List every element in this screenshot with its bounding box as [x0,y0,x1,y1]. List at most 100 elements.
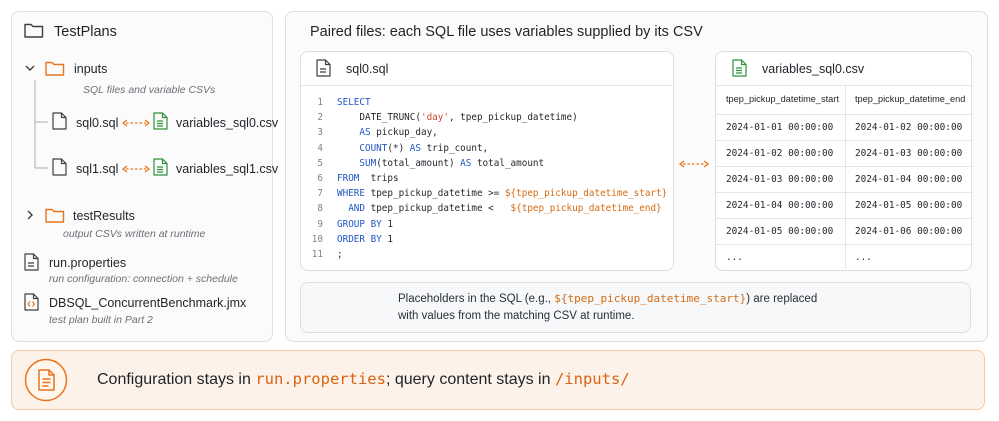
row-divider [716,218,971,219]
line-number: 5 [317,157,323,169]
line-number: 8 [317,203,323,215]
note-line-2: with values from the matching CSV at run… [398,310,635,322]
code-text: GROUP BY 1 [337,218,393,230]
sql-code-area[interactable]: 1 SELECT 2 DATE_TRUNC('day', tpep_pickup_d… [301,95,673,265]
csv-file-label[interactable]: variables_sql1.csv [176,162,278,176]
code-text: ORDER BY 1 [337,233,393,245]
banner-text-part: ; query content stays in [385,371,555,388]
code-file-icon [24,293,39,311]
chevron-down-icon[interactable] [24,62,36,74]
inputs-caption: SQL files and variable CSVs [83,84,216,96]
jmx-file-label[interactable]: DBSQL_ConcurrentBenchmark.jmx [49,296,246,310]
file-icon [316,59,331,77]
line-number: 3 [317,127,323,139]
test-results-caption: output CSVs written at runtime [63,228,206,240]
folder-icon [45,60,65,76]
table-cell: ... [855,252,872,263]
code-text: SUM(total_amount) AS total_amount [359,157,545,169]
line-number: 11 [311,249,323,260]
folder-icon [24,22,44,38]
table-cell: 2024-01-04 00:00:00 [726,200,834,211]
table-cell: 2024-01-04 00:00:00 [855,174,963,185]
code-text: ; [337,249,343,260]
csv-file-icon [153,158,168,176]
sql-file-label[interactable]: sql1.sql [76,162,118,176]
inputs-path-code: /inputs/ [554,370,630,388]
run-properties-label[interactable]: run.properties [49,256,126,270]
panel-title: Paired files: each SQL file uses variabl… [310,24,703,40]
row-divider [716,140,971,141]
table-cell: 2024-01-02 00:00:00 [726,148,834,159]
chevron-right-icon[interactable] [24,209,36,221]
csv-file-label[interactable]: variables_sql0.csv [176,116,278,130]
code-line: 4 COUNT(*) AS trip_count, [301,141,673,156]
banner-text-part: Configuration stays in [97,371,256,388]
table-cell: ... [726,252,743,263]
code-text: AND tpep_pickup_datetime < ${tpep_pickup… [348,203,662,215]
table-cell: 2024-01-05 00:00:00 [855,200,963,211]
code-line: 11; [301,247,673,262]
line-number: 2 [317,112,323,124]
note-text: Placeholders in the SQL (e.g., [398,293,555,305]
table-cell: 2024-01-06 00:00:00 [855,226,963,237]
folder-icon [45,207,65,223]
code-text: COUNT(*) AS trip_count, [359,142,489,154]
line-number: 9 [317,218,323,230]
test-results-folder-label[interactable]: testResults [73,209,135,223]
pair-arrow-icon [678,160,710,168]
column-header: tpep_pickup_datetime_start [726,94,839,104]
note-code: ${tpep_pickup_datetime_start} [554,292,747,305]
code-line: 3 AS pickup_day, [301,125,673,140]
table-cell: 2024-01-03 00:00:00 [855,148,963,159]
divider [301,85,673,86]
line-number: 7 [317,188,323,200]
line-number: 10 [311,233,323,245]
table-cell: 2024-01-05 00:00:00 [726,226,834,237]
note-text: ) are replaced [746,293,818,305]
csv-file-icon [732,59,747,77]
pair-arrow-icon [121,119,151,127]
file-icon [52,158,67,176]
banner-text: Configuration stays in run.properties; q… [97,370,630,389]
csv-table: tpep_pickup_datetime_start tpep_pickup_da… [716,86,971,270]
sql-file-title[interactable]: sql0.sql [346,62,388,76]
code-line: 7 WHERE tpep_pickup_datetime >= ${tpep_pi… [301,186,673,201]
table-cell: 2024-01-01 00:00:00 [726,122,834,133]
code-line: 1 SELECT [301,95,673,110]
file-icon [24,253,39,271]
code-text: FROM trips [337,173,399,184]
line-number: 4 [317,142,323,154]
sql-file-label[interactable]: sql0.sql [76,116,118,130]
tree-connector [34,80,54,172]
table-cell: 2024-01-03 00:00:00 [726,174,834,185]
code-text: DATE_TRUNC('day', tpep_pickup_datetime) [337,112,578,124]
run-properties-caption: run configuration: connection + schedule [49,273,238,285]
row-divider [716,244,971,245]
code-line: 8 AND tpep_pickup_datetime < ${tpep_pick… [301,201,673,216]
tree-root-label[interactable]: TestPlans [54,24,117,40]
row-divider [716,166,971,167]
table-cell: 2024-01-02 00:00:00 [855,122,963,133]
jmx-caption: test plan built in Part 2 [49,314,153,326]
code-line: 9 GROUP BY 1 [301,217,673,232]
inputs-folder-label[interactable]: inputs [74,62,107,76]
line-number: 1 [317,97,323,108]
document-icon [24,358,68,402]
row-divider [716,114,971,115]
row-divider [716,192,971,193]
code-text: AS pickup_day, [359,127,438,139]
code-text: SELECT [337,97,371,108]
code-line: 6 FROM trips [301,171,673,186]
csv-file-icon [153,112,168,130]
code-line: 2 DATE_TRUNC('day', tpep_pickup_datetime… [301,110,673,125]
column-header: tpep_pickup_datetime_end [855,94,966,104]
run-properties-code: run.properties [255,370,386,388]
code-text: WHERE tpep_pickup_datetime >= ${tpep_pic… [337,188,668,200]
file-icon [52,112,67,130]
note-box [300,282,971,333]
csv-file-title[interactable]: variables_sql0.csv [762,62,864,76]
code-line: 10 ORDER BY 1 [301,232,673,247]
code-line: 5 SUM(total_amount) AS total_amount [301,156,673,171]
pair-arrow-icon [121,165,151,173]
line-number: 6 [317,173,323,184]
